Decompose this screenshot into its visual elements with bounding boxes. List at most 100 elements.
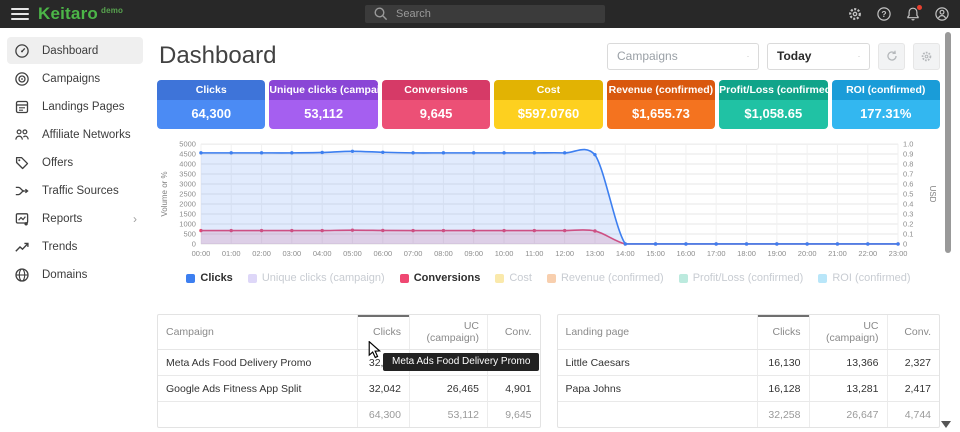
page-title: Dashboard [159, 42, 276, 70]
svg-text:0.2: 0.2 [903, 219, 913, 228]
column-header-campaign[interactable]: Campaign [158, 315, 358, 350]
svg-text:USD: USD [928, 186, 937, 203]
svg-text:2500: 2500 [179, 190, 196, 199]
refresh-button[interactable] [878, 43, 905, 70]
metric-label: Revenue (confirmed) [607, 80, 715, 100]
legend-item-clicks[interactable]: Clicks [186, 272, 232, 284]
svg-text:04:00: 04:00 [313, 249, 332, 258]
totals-cell: 64,300 [358, 402, 410, 428]
notification-badge [917, 5, 922, 10]
globe-icon [14, 267, 30, 283]
legend-swatch [547, 274, 556, 283]
row-value-cell: 16,128 [757, 376, 809, 402]
sidebar-item-campaigns[interactable]: Campaigns [7, 65, 143, 92]
tag-icon [14, 155, 30, 171]
metric-value: 53,112 [269, 100, 377, 129]
global-search[interactable] [365, 5, 605, 23]
legend-label: ROI (confirmed) [832, 272, 910, 284]
svg-text:10:00: 10:00 [495, 249, 514, 258]
legend-item-profit-loss-confirmed-[interactable]: Profit/Loss (confirmed) [679, 272, 804, 284]
traffic-chart[interactable]: 0500100015002000250030003500400045005000… [157, 138, 940, 266]
legend-swatch [679, 274, 688, 283]
legend-item-cost[interactable]: Cost [495, 272, 532, 284]
svg-text:13:00: 13:00 [586, 249, 605, 258]
topbar-actions: ? [847, 0, 950, 28]
people-icon [14, 127, 30, 143]
svg-text:1000: 1000 [179, 219, 196, 228]
metric-card-profit-loss-confirmed-: Profit/Loss (confirmed) $1,058.65 [719, 80, 827, 129]
legend-item-unique-clicks-campaign-[interactable]: Unique clicks (campaign) [248, 272, 385, 284]
sidebar-item-label: Dashboard [42, 45, 98, 57]
svg-text:?: ? [881, 9, 886, 19]
metric-card-unique-clicks-campaign-: Unique clicks (campaign) 53,112 [269, 80, 377, 129]
column-header-uc-campaign-[interactable]: UC (campaign) [809, 315, 887, 350]
account-icon[interactable] [934, 6, 950, 22]
table-row[interactable]: Papa Johns16,12813,2812,417 [558, 376, 940, 402]
sidebar-item-affiliate-networks[interactable]: Affiliate Networks [7, 121, 143, 148]
page-scrollbar[interactable] [945, 32, 951, 253]
legend-label: Clicks [200, 272, 232, 284]
column-header-conv-[interactable]: Conv. [488, 315, 540, 350]
legend-swatch [818, 274, 827, 283]
sidebar-item-label: Landings Pages [42, 101, 124, 113]
sidebar-item-traffic-sources[interactable]: Traffic Sources [7, 177, 143, 204]
sidebar-item-reports[interactable]: Reports› [7, 205, 143, 232]
dashboard-settings-button[interactable] [913, 43, 940, 70]
sidebar-item-trends[interactable]: Trends [7, 233, 143, 260]
column-header-landing-page[interactable]: Landing page [558, 315, 758, 350]
legend-swatch [186, 274, 195, 283]
topbar: Keitarodemo ? [0, 0, 960, 28]
campaigns-table: CampaignClicksUC (campaign)Conv.Meta Ads… [157, 314, 541, 428]
date-range-select[interactable]: Today [767, 43, 870, 70]
svg-text:02:00: 02:00 [252, 249, 271, 258]
svg-text:0.8: 0.8 [903, 160, 913, 169]
gauge-icon [14, 43, 30, 59]
column-header-clicks[interactable]: Clicks [358, 315, 410, 350]
row-value-cell: 16,130 [757, 350, 809, 376]
column-header-conv-[interactable]: Conv. [887, 315, 939, 350]
svg-text:500: 500 [183, 229, 196, 238]
search-input[interactable] [396, 8, 586, 20]
totals-cell: 9,645 [488, 402, 540, 428]
scroll-down-arrow-icon[interactable] [941, 421, 951, 428]
legend-label: Unique clicks (campaign) [262, 272, 385, 284]
sidebar-item-offers[interactable]: Offers [7, 149, 143, 176]
svg-text:05:00: 05:00 [343, 249, 362, 258]
bell-icon[interactable] [905, 6, 921, 22]
column-header-clicks[interactable]: Clicks [757, 315, 809, 350]
campaigns-filter-select[interactable]: Campaigns [607, 43, 759, 70]
metric-card-revenue-confirmed-: Revenue (confirmed) $1,655.73 [607, 80, 715, 129]
legend-item-roi-confirmed-[interactable]: ROI (confirmed) [818, 272, 910, 284]
metric-value: 177.31% [832, 100, 940, 129]
sidebar-item-dashboard[interactable]: Dashboard [7, 37, 143, 64]
app-logo[interactable]: Keitarodemo [38, 4, 123, 24]
sidebar-item-label: Trends [42, 241, 77, 253]
row-value-cell: 2,417 [887, 376, 939, 402]
sidebar-item-landings-pages[interactable]: Landings Pages [7, 93, 143, 120]
svg-text:0.7: 0.7 [903, 170, 913, 179]
svg-text:16:00: 16:00 [677, 249, 696, 258]
legend-label: Revenue (confirmed) [561, 272, 664, 284]
chart-canvas[interactable]: 0500100015002000250030003500400045005000… [157, 138, 940, 266]
menu-icon[interactable] [11, 8, 29, 20]
table-row[interactable]: Little Caesars16,13013,3662,327 [558, 350, 940, 376]
svg-text:12:00: 12:00 [555, 249, 574, 258]
svg-text:01:00: 01:00 [222, 249, 241, 258]
help-icon[interactable]: ? [876, 6, 892, 22]
legend-item-conversions[interactable]: Conversions [400, 272, 481, 284]
row-value-cell: 13,366 [809, 350, 887, 376]
metric-card-cost: Cost $597.0760 [494, 80, 602, 129]
metric-label: ROI (confirmed) [832, 80, 940, 100]
legend-item-revenue-confirmed-[interactable]: Revenue (confirmed) [547, 272, 664, 284]
sidebar-item-domains[interactable]: Domains [7, 261, 143, 288]
column-header-uc-campaign-[interactable]: UC (campaign) [410, 315, 488, 350]
totals-cell [158, 402, 358, 428]
table-row[interactable]: Google Ads Fitness App Split32,04226,465… [158, 376, 540, 402]
svg-text:22:00: 22:00 [858, 249, 877, 258]
sidebar-item-label: Traffic Sources [42, 185, 119, 197]
sidebar: Dashboard Campaigns Landings Pages Affil… [0, 28, 150, 432]
chevron-down-icon [739, 53, 749, 60]
svg-text:0.6: 0.6 [903, 180, 913, 189]
gear-icon[interactable] [847, 6, 863, 22]
totals-cell: 32,258 [757, 402, 809, 428]
